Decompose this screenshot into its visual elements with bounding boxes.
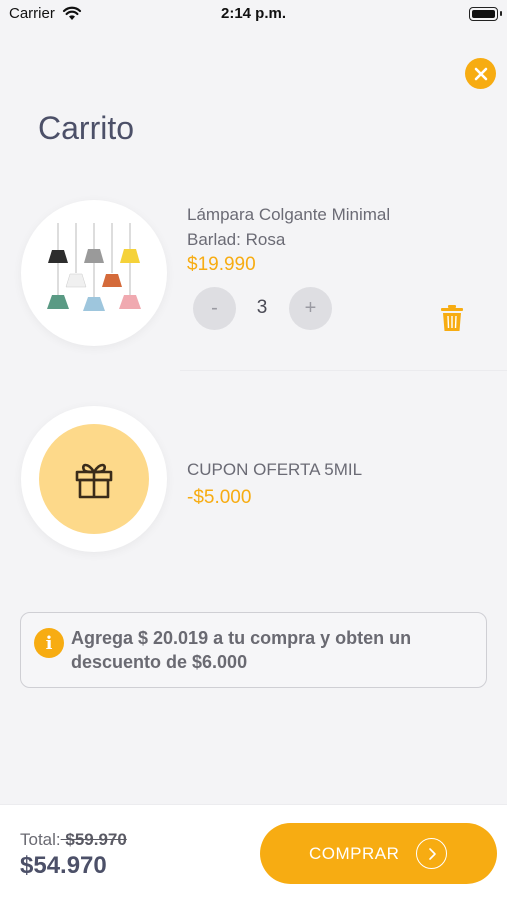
total-original-price: $59.970: [60, 830, 127, 849]
coupon-thumbnail: [21, 406, 167, 552]
minus-label: -: [211, 297, 218, 319]
chevron-right-icon: [416, 838, 447, 869]
coupon-name: CUPON OFERTA 5MIL: [187, 460, 363, 479]
product-name: Lámpara Colgante Minimal Barlad: Rosa: [187, 205, 391, 249]
buy-button[interactable]: COMPRAR: [260, 823, 497, 884]
item-divider: [180, 370, 507, 371]
total-price: $54.970: [20, 852, 107, 879]
gift-icon: [75, 463, 113, 499]
decrease-quantity-button[interactable]: -: [193, 287, 236, 330]
trash-icon[interactable]: [440, 304, 464, 332]
page-title: Carrito: [38, 110, 135, 146]
close-button[interactable]: [465, 58, 496, 89]
battery-icon: [469, 7, 502, 21]
increase-quantity-button[interactable]: +: [289, 287, 332, 330]
pendant-lamps-image: [47, 223, 141, 311]
total-row: Total: $59.970: [20, 830, 127, 850]
total-label: Total:: [20, 830, 61, 849]
coupon-value: -$5.000: [187, 487, 252, 508]
buy-button-label: COMPRAR: [309, 844, 400, 863]
info-icon-label: i: [45, 632, 53, 654]
info-icon: i: [34, 628, 64, 658]
status-time: 2:14 p.m.: [220, 5, 287, 22]
discount-info-box: i Agrega $ 20.019 a tu compra y obten un…: [20, 612, 487, 688]
plus-label: +: [304, 297, 317, 319]
product-price: $19.990: [187, 254, 256, 275]
quantity-value: 3: [256, 297, 268, 318]
product-thumbnail: [21, 200, 167, 346]
status-bar: Carrier 2:14 p.m.: [0, 0, 507, 28]
discount-info-text: Agrega $ 20.019 a tu compra y obten un d…: [71, 628, 412, 672]
close-icon: [474, 67, 487, 80]
checkout-footer: Total: $59.970 $54.970 COMPRAR: [0, 804, 507, 900]
